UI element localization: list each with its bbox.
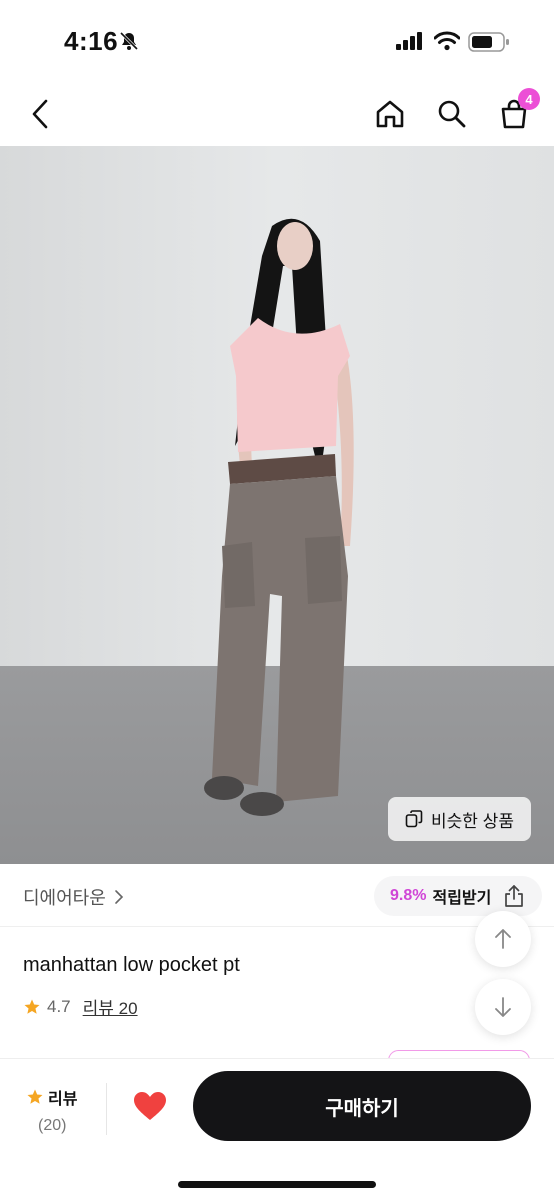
chevron-right-icon: [115, 890, 123, 904]
chevron-left-icon: [32, 99, 48, 129]
copy-icon: [405, 810, 423, 828]
star-icon: [27, 1089, 43, 1104]
review-link[interactable]: 리뷰 20: [83, 994, 138, 1019]
reward-label: 적립받기: [432, 890, 492, 907]
search-icon: [438, 100, 466, 128]
reward-rate: 9.8%: [390, 887, 427, 904]
review-summary-label: 리뷰: [48, 1091, 78, 1108]
brand-row: 디에어타운 9.8% 적립받기: [0, 864, 554, 927]
similar-products-button[interactable]: 비슷한 상품: [388, 797, 531, 841]
cart-button[interactable]: 4: [492, 88, 540, 136]
scroll-top-button[interactable]: [475, 911, 531, 967]
brand-link[interactable]: 디에어타운: [23, 884, 124, 910]
like-button[interactable]: [133, 1091, 167, 1126]
product-title: manhattan low pocket pt: [23, 954, 240, 976]
brand-name: 디에어타운: [23, 888, 106, 908]
arrow-up-icon: [495, 929, 511, 949]
nav-bar: 4: [0, 80, 554, 146]
home-icon: [376, 100, 404, 128]
heart-icon: [134, 1092, 166, 1120]
rating-row: 4.7 리뷰 20: [23, 994, 138, 1019]
product-image[interactable]: [0, 146, 554, 864]
status-time: 4:16: [64, 26, 119, 56]
signal-icon: [396, 32, 422, 50]
divider: [106, 1083, 107, 1135]
star-icon: [24, 999, 40, 1014]
battery-icon: [468, 32, 509, 52]
rating-value: 4.7: [47, 996, 71, 1016]
home-indicator: [178, 1181, 376, 1188]
back-button[interactable]: [18, 92, 62, 136]
similar-products-label: 비슷한 상품: [431, 811, 514, 831]
search-button[interactable]: [430, 92, 474, 136]
arrow-down-icon: [495, 997, 511, 1017]
review-summary[interactable]: 리뷰 (20): [26, 1085, 86, 1135]
status-bar: 4:16: [0, 0, 554, 80]
home-button[interactable]: [368, 92, 412, 136]
product-photo: [0, 146, 554, 864]
scroll-bottom-button[interactable]: [475, 979, 531, 1035]
buy-button[interactable]: 구매하기: [193, 1071, 531, 1141]
review-summary-count: (20): [38, 1117, 67, 1134]
bottom-action-bar: 리뷰 (20) 구매하기: [0, 1058, 554, 1201]
cart-badge: 4: [518, 88, 540, 110]
share-icon[interactable]: [502, 884, 526, 908]
bell-muted-icon: [119, 31, 139, 51]
wifi-icon: [434, 31, 460, 51]
reward-pill[interactable]: 9.8% 적립받기: [374, 876, 542, 916]
